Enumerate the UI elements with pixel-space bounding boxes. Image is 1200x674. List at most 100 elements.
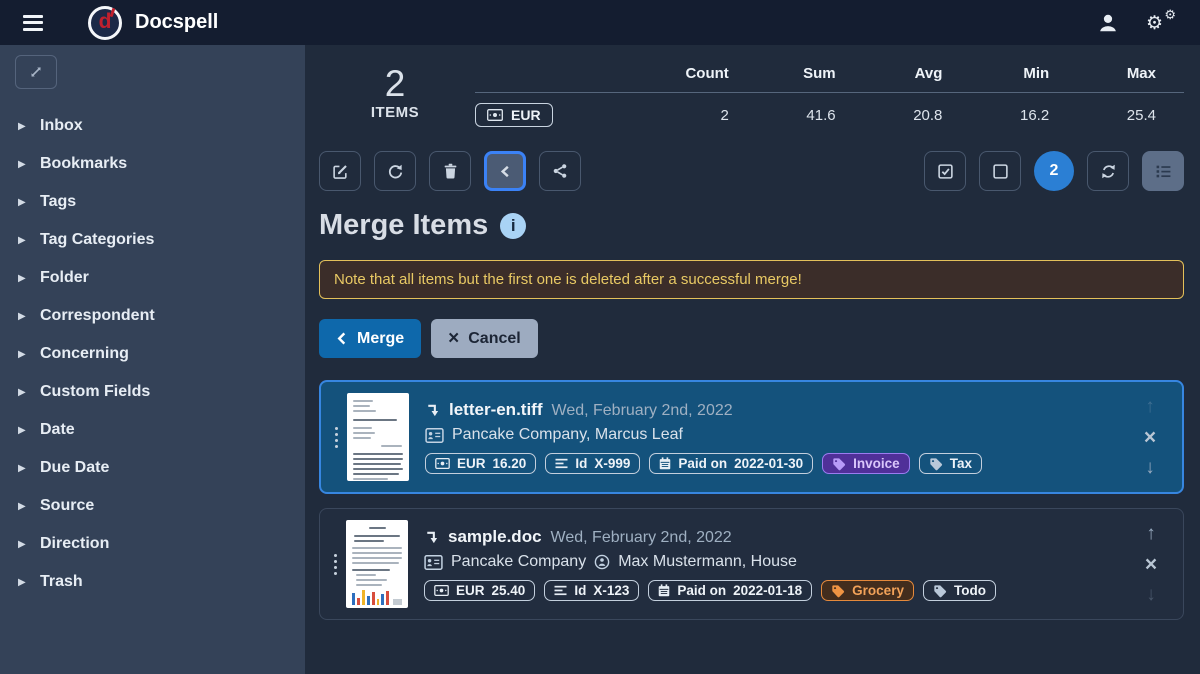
merge-item-card-2[interactable]: sample.doc Wed, February 2nd, 2022 Panca… [319, 508, 1184, 620]
edit-button[interactable] [319, 151, 361, 191]
sidebar-item-custom-fields[interactable]: ▶Custom Fields [0, 373, 305, 411]
move-down-button[interactable]: ↓ [1145, 458, 1155, 477]
amount-badge: EUR 25.40 [424, 580, 535, 601]
list-view-button[interactable] [1142, 151, 1184, 191]
bars-icon [555, 458, 568, 469]
address-card-icon [424, 555, 443, 570]
sidebar-item-due-date[interactable]: ▶Due Date [0, 449, 305, 487]
item-correspondent: Pancake Company, Marcus Leaf [452, 426, 683, 444]
sidebar-item-concerning[interactable]: ▶Concerning [0, 335, 305, 373]
tag-icon [831, 584, 845, 598]
remove-item-button[interactable]: × [1144, 427, 1156, 448]
menu-hamburger-icon[interactable] [20, 13, 46, 33]
info-icon[interactable]: i [500, 213, 526, 239]
item-filename[interactable]: letter-en.tiff [449, 400, 543, 420]
merge-button-toolbar[interactable] [484, 151, 526, 191]
item-thumbnail[interactable] [347, 393, 409, 481]
caret-right-icon: ▶ [18, 577, 40, 588]
deselect-all-button[interactable] [979, 151, 1021, 191]
item-date: Wed, February 2nd, 2022 [552, 402, 733, 420]
tag-icon [933, 584, 947, 598]
caret-right-icon: ▶ [18, 387, 40, 398]
list-icon [1155, 164, 1172, 179]
select-all-button[interactable] [924, 151, 966, 191]
tag-icon [929, 457, 943, 471]
page-title: Merge Items [319, 209, 488, 242]
drag-handle-icon[interactable] [328, 554, 342, 575]
main-content: 2 ITEMS Count Sum Avg Min Max EUR 2 41. [305, 45, 1200, 674]
caret-right-icon: ▶ [18, 501, 40, 512]
refresh-button[interactable] [1087, 151, 1129, 191]
caret-right-icon: ▶ [18, 425, 40, 436]
merge-confirm-button[interactable]: Merge [319, 319, 421, 358]
merge-warning-note: Note that all items but the first one is… [319, 260, 1184, 299]
drag-handle-icon[interactable] [329, 427, 343, 448]
move-up-button[interactable]: ↑ [1145, 397, 1155, 416]
amount-badge: EUR 16.20 [425, 453, 536, 474]
redo-button[interactable] [374, 151, 416, 191]
trash-icon [443, 163, 458, 179]
stats-value-count: 2 [650, 95, 757, 134]
sidebar-expand-button[interactable] [15, 55, 57, 89]
caret-right-icon: ▶ [18, 235, 40, 246]
tag-badge: Tax [919, 453, 982, 474]
paid-date-badge: Paid on 2022-01-18 [648, 580, 812, 601]
sidebar-item-date[interactable]: ▶Date [0, 411, 305, 449]
caret-right-icon: ▶ [18, 539, 40, 550]
settings-gears-icon[interactable]: ⚙⚙ [1146, 11, 1174, 35]
stats-col-count: Count [650, 57, 757, 92]
sidebar-item-folder[interactable]: ▶Folder [0, 259, 305, 297]
move-down-button[interactable]: ↓ [1146, 585, 1156, 604]
stats-col-min: Min [970, 57, 1077, 92]
item-filename[interactable]: sample.doc [448, 527, 542, 547]
currency-chip: EUR [475, 103, 553, 127]
money-bill-icon [434, 585, 449, 596]
delete-button[interactable] [429, 151, 471, 191]
user-icon[interactable] [1096, 11, 1120, 35]
caret-right-icon: ▶ [18, 197, 40, 208]
stats-value-min: 16.2 [970, 95, 1077, 134]
calendar-icon [658, 584, 670, 597]
tag-badge: Invoice [822, 453, 910, 474]
id-badge: Id X-123 [544, 580, 639, 601]
share-button[interactable] [539, 151, 581, 191]
sidebar-item-correspondent[interactable]: ▶Correspondent [0, 297, 305, 335]
sidebar-item-trash[interactable]: ▶Trash [0, 563, 305, 601]
stats-value-avg: 20.8 [864, 95, 971, 134]
x-icon: × [448, 329, 459, 348]
remove-item-button[interactable]: × [1145, 554, 1157, 575]
check-square-icon [937, 163, 954, 180]
cancel-button[interactable]: × Cancel [431, 319, 538, 358]
merge-item-list: letter-en.tiff Wed, February 2nd, 2022 P… [319, 380, 1184, 620]
tag-badge: Grocery [821, 580, 914, 601]
tag-icon [832, 457, 846, 471]
calendar-icon [659, 457, 671, 470]
merge-item-card-1[interactable]: letter-en.tiff Wed, February 2nd, 2022 P… [319, 380, 1184, 494]
item-toolbar: 2 [319, 151, 1184, 191]
stats-panel: 2 ITEMS Count Sum Avg Min Max EUR 2 41. [319, 57, 1184, 135]
money-bill-icon [487, 109, 503, 121]
item-date: Wed, February 2nd, 2022 [551, 529, 732, 547]
item-count: 2 [319, 65, 471, 102]
sidebar-item-tags[interactable]: ▶Tags [0, 183, 305, 221]
bars-icon [554, 585, 567, 596]
sidebar-item-direction[interactable]: ▶Direction [0, 525, 305, 563]
merge-chevron-icon [498, 164, 513, 179]
sidebar-item-bookmarks[interactable]: ▶Bookmarks [0, 145, 305, 183]
stats-table: Count Sum Avg Min Max EUR 2 41.6 20.8 16… [475, 57, 1184, 135]
sidebar-item-tag-categories[interactable]: ▶Tag Categories [0, 221, 305, 259]
caret-right-icon: ▶ [18, 349, 40, 360]
level-down-icon [424, 529, 439, 545]
stats-col-sum: Sum [757, 57, 864, 92]
caret-right-icon: ▶ [18, 121, 40, 132]
sidebar-item-source[interactable]: ▶Source [0, 487, 305, 525]
stats-value-sum: 41.6 [757, 95, 864, 134]
caret-right-icon: ▶ [18, 273, 40, 284]
sidebar-item-inbox[interactable]: ▶Inbox [0, 107, 305, 145]
move-up-button[interactable]: ↑ [1146, 524, 1156, 543]
item-thumbnail[interactable] [346, 520, 408, 608]
redo-icon [387, 163, 404, 180]
stats-col-avg: Avg [864, 57, 971, 92]
square-icon [992, 163, 1009, 180]
item-concerning: Max Mustermann, House [618, 553, 797, 571]
